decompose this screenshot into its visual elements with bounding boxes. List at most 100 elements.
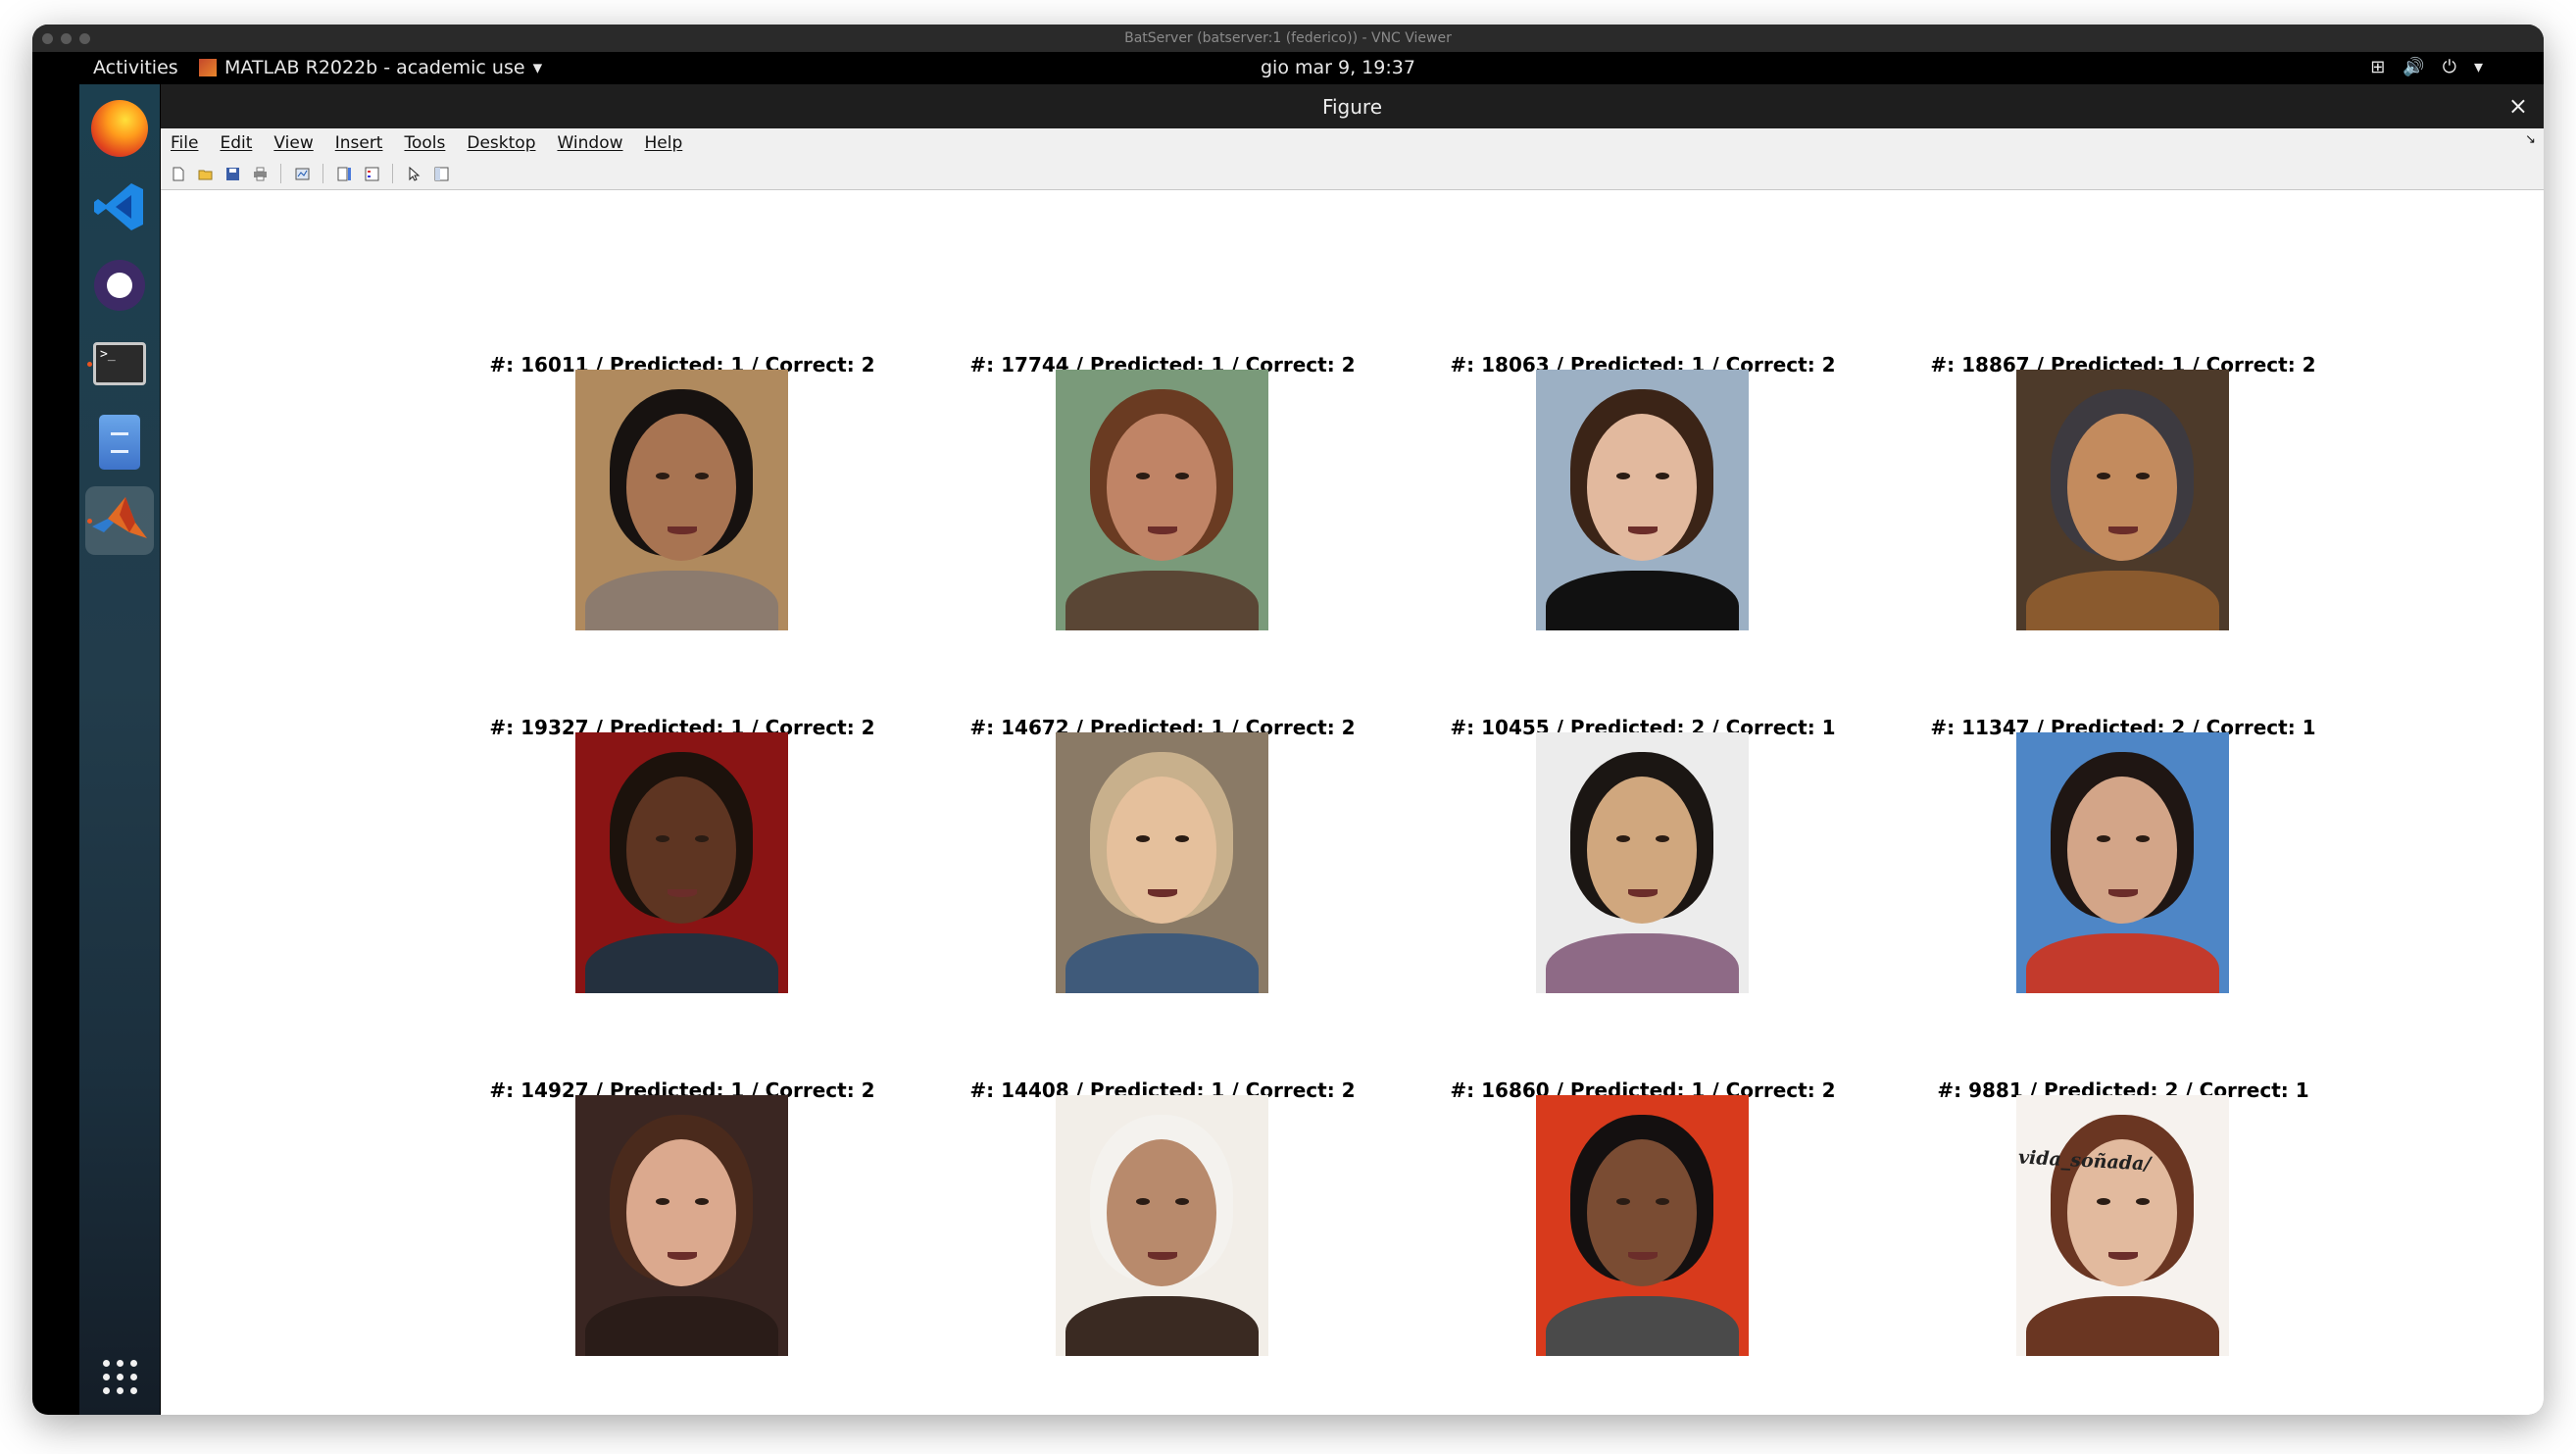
show-applications-icon[interactable] <box>103 1360 138 1395</box>
network-icon: ⊞ <box>2370 57 2386 77</box>
eye-shape <box>1136 1198 1150 1205</box>
face-image <box>575 1095 788 1356</box>
link-plot-icon <box>295 168 309 179</box>
face-image <box>1056 732 1268 993</box>
print-icon <box>253 167 267 180</box>
eye-shape <box>2097 835 2110 842</box>
mouth-shape <box>1628 526 1658 534</box>
menu-insert[interactable]: Insert <box>335 133 383 153</box>
zoom-window-button[interactable] <box>79 33 90 44</box>
shoulders-shape <box>1065 1296 1259 1356</box>
eye-shape <box>1175 473 1189 479</box>
vnc-viewer-window: BatServer (batserver:1 (federico)) - VNC… <box>32 25 2544 1415</box>
property-editor-button[interactable] <box>430 163 452 184</box>
shoulders-shape <box>585 1296 778 1356</box>
figure-menu-bar: File Edit View Insert Tools Desktop Wind… <box>161 128 2544 158</box>
activities-button[interactable]: Activities <box>93 57 178 78</box>
eye-shape <box>656 473 669 479</box>
dock-item-vscode[interactable] <box>85 173 154 241</box>
open-icon <box>198 170 212 179</box>
new-figure-button[interactable] <box>167 163 188 184</box>
menu-tools[interactable]: Tools <box>404 133 445 153</box>
legend-button[interactable] <box>361 163 382 184</box>
face-shape <box>1107 1139 1216 1286</box>
menu-file[interactable]: File <box>171 133 198 153</box>
menu-window[interactable]: Window <box>557 133 622 153</box>
face-image: vida_soñada/ <box>2016 1095 2229 1356</box>
face-image <box>1056 1095 1268 1356</box>
save-button[interactable] <box>222 163 243 184</box>
face-shape <box>1587 414 1697 561</box>
eye-shape <box>2136 835 2150 842</box>
shoulders-shape <box>1546 1296 1739 1356</box>
files-icon <box>99 415 140 470</box>
shoulders-shape <box>2026 1296 2219 1356</box>
power-icon: ⏻ <box>2442 57 2456 77</box>
shoulders-shape <box>1065 571 1259 630</box>
new-figure-icon <box>173 167 183 180</box>
face-image <box>2016 370 2229 630</box>
minimize-window-button[interactable] <box>61 33 72 44</box>
toolbar-separator <box>322 164 323 183</box>
dock-item-github[interactable] <box>85 251 154 320</box>
mouth-shape <box>1148 1252 1177 1260</box>
matlab-app-icon <box>199 59 217 76</box>
figure-toolbar <box>161 158 2544 190</box>
face-shape <box>2067 414 2177 561</box>
dock-item-files[interactable] <box>85 408 154 476</box>
system-tray[interactable]: ⊞ 🔊 ⏻ ▾ <box>2370 57 2483 77</box>
eye-shape <box>695 473 709 479</box>
print-button[interactable] <box>249 163 271 184</box>
app-menu[interactable]: MATLAB R2022b - academic use ▾ <box>199 57 542 78</box>
github-icon <box>94 260 145 311</box>
menu-edit[interactable]: Edit <box>220 133 252 153</box>
shoulders-shape <box>2026 933 2219 993</box>
colorbar-button[interactable] <box>333 163 355 184</box>
menu-desktop[interactable]: Desktop <box>467 133 535 153</box>
open-button[interactable] <box>194 163 216 184</box>
mouth-shape <box>2108 1252 2138 1260</box>
legend-icon <box>365 167 378 180</box>
menu-help[interactable]: Help <box>645 133 683 153</box>
eye-shape <box>2136 1198 2150 1205</box>
eye-shape <box>1656 473 1669 479</box>
eye-shape <box>1656 835 1669 842</box>
eye-shape <box>1175 835 1189 842</box>
face-image <box>1056 370 1268 630</box>
menu-view[interactable]: View <box>273 133 313 153</box>
eye-shape <box>695 835 709 842</box>
eye-shape <box>1616 473 1630 479</box>
close-icon[interactable]: × <box>2508 92 2528 120</box>
face-image <box>575 732 788 993</box>
pointer-button[interactable] <box>403 163 424 184</box>
chevron-down-icon: ▾ <box>532 57 543 78</box>
shoulders-shape <box>585 571 778 630</box>
face-shape <box>626 414 736 561</box>
app-menu-label: MATLAB R2022b - academic use <box>224 57 525 78</box>
dock-item-terminal[interactable]: >_ <box>85 329 154 398</box>
face-shape <box>626 777 736 924</box>
face-shape <box>1107 414 1216 561</box>
toolbar-separator <box>392 164 393 183</box>
mouth-shape <box>1628 889 1658 897</box>
gnome-top-bar: Activities MATLAB R2022b - academic use … <box>32 52 2544 84</box>
toolbar-separator <box>280 164 281 183</box>
vnc-title-bar: BatServer (batserver:1 (federico)) - VNC… <box>32 25 2544 52</box>
face-shape <box>2067 777 2177 924</box>
mouth-shape <box>668 1252 697 1260</box>
face-shape <box>626 1139 736 1286</box>
figure-title-bar: Figure × <box>161 84 2544 128</box>
clock[interactable]: gio mar 9, 19:37 <box>1261 57 1415 78</box>
shoulders-shape <box>1546 571 1739 630</box>
eye-shape <box>2097 1198 2110 1205</box>
close-window-button[interactable] <box>42 33 53 44</box>
dock-item-firefox[interactable] <box>85 94 154 163</box>
link-plot-button[interactable] <box>291 163 313 184</box>
mouth-shape <box>1148 889 1177 897</box>
eye-shape <box>1616 835 1630 842</box>
face-shape <box>1587 777 1697 924</box>
colorbar-icon <box>337 167 351 180</box>
dock-item-matlab[interactable] <box>85 486 154 555</box>
dock-figure-icon[interactable]: ↘ <box>2525 132 2536 147</box>
mouth-shape <box>1148 526 1177 534</box>
